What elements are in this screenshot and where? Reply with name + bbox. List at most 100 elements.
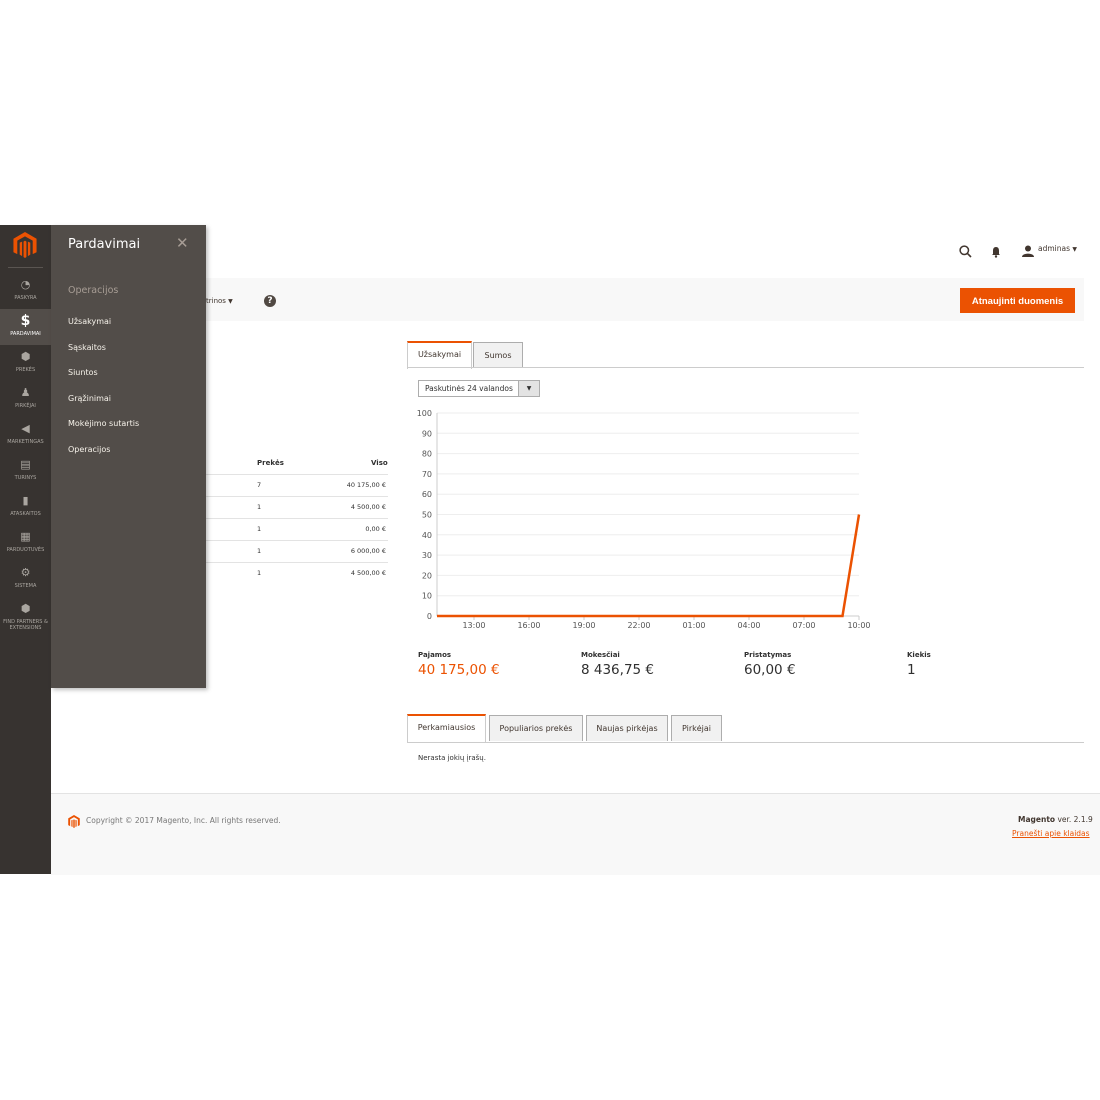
y-tick-label: 0 xyxy=(427,612,432,621)
submenu-link[interactable]: Operacijos xyxy=(68,445,110,454)
footer xyxy=(51,793,1100,875)
help-icon[interactable]: ? xyxy=(264,295,276,307)
tab-bestsellers[interactable]: Perkamiausios xyxy=(407,714,486,742)
y-tick-label: 90 xyxy=(422,429,432,438)
col-header-total: Viso xyxy=(371,459,388,467)
x-tick-label: 01:00 xyxy=(682,621,705,630)
y-tick-label: 20 xyxy=(422,571,432,580)
nav-item-6[interactable]: ▤ TURINYS xyxy=(0,453,51,489)
tab-most-viewed[interactable]: Populiarios prekės xyxy=(489,715,583,741)
store-scope-label: trinos xyxy=(206,297,226,305)
tab-new-customers[interactable]: Naujas pirkėjas xyxy=(586,715,668,741)
nav-item-label: TURINYS xyxy=(14,475,37,481)
y-tick-label: 50 xyxy=(422,511,432,520)
submenu-link[interactable]: Sąskaitos xyxy=(68,343,106,352)
nav-item-5[interactable]: ◀ MARKETINGAS xyxy=(0,417,51,453)
version-text: Magento ver. 2.1.9 xyxy=(1018,815,1093,824)
nav-item-label: PREKĖS xyxy=(15,367,36,373)
y-tick-label: 70 xyxy=(422,470,432,479)
bell-icon[interactable] xyxy=(991,243,1001,262)
y-tick-label: 60 xyxy=(422,490,432,499)
cell-total: 40 175,00 € xyxy=(346,481,386,489)
magento-logo-icon xyxy=(68,813,80,832)
nav-item-2[interactable]: $ PARDAVIMAI xyxy=(0,309,51,345)
refresh-statistics-button[interactable]: Atnaujinti duomenis xyxy=(960,288,1075,313)
nav-item-label: SISTEMA xyxy=(14,583,37,589)
report-bug-link[interactable]: Pranešti apie klaidas xyxy=(1012,829,1090,838)
user-menu[interactable]: adminas ▼ xyxy=(1038,244,1077,253)
tab-orders[interactable]: Užsakymai xyxy=(407,341,472,369)
total-label: Pajamos xyxy=(418,651,452,659)
cell-total: 4 500,00 € xyxy=(350,503,386,511)
cell-items: 1 xyxy=(257,525,262,533)
submenu-link[interactable]: Mokėjimo sutartis xyxy=(68,419,139,428)
total-value: 60,00 € xyxy=(744,662,796,678)
nav-item-label: PIRKĖJAI xyxy=(15,403,36,409)
admin-frame: adminas ▼ trinos ▼ ? Atnaujinti duomenis… xyxy=(0,225,1100,875)
search-icon[interactable] xyxy=(959,243,972,262)
total-value: 40 175,00 € xyxy=(418,662,500,678)
table-row[interactable]: 1 0,00 € xyxy=(206,518,388,540)
cell-items: 1 xyxy=(257,503,262,511)
x-tick-label: 07:00 xyxy=(792,621,815,630)
store-scope-switcher[interactable]: trinos ▼ xyxy=(206,297,233,305)
nav-item-4[interactable]: ♟ PIRKĖJAI xyxy=(0,381,51,417)
table-row[interactable]: 7 40 175,00 € xyxy=(206,474,388,496)
total-label: Pristatymas xyxy=(744,651,792,659)
nav-item-label: MARKETINGAS xyxy=(7,439,44,445)
nav-item-label: ATASKAITOS xyxy=(10,511,41,517)
bar-chart-icon: ▮ xyxy=(22,494,29,507)
user-icon[interactable] xyxy=(1022,242,1034,261)
tab-amounts[interactable]: Sumos xyxy=(473,342,523,368)
gear-icon: ⚙ xyxy=(20,566,31,579)
total-label: Mokesčiai xyxy=(581,651,620,659)
submenu-section-title: Operacijos xyxy=(68,285,119,296)
nav-item-8[interactable]: ▦ PARDUOTUVĖS xyxy=(0,525,51,561)
chevron-down-icon: ▼ xyxy=(1072,246,1078,253)
submenu-link[interactable]: Grąžinimai xyxy=(68,394,111,403)
chevron-down-icon: ▼ xyxy=(228,298,233,305)
total-value: 8 436,75 € xyxy=(581,662,654,678)
main-navigation: ◔ PASKYRA $ PARDAVIMAI ⬢ PREKĖS ♟ PIRKĖJAI ◀ MARK… xyxy=(0,225,51,874)
version-number: ver. 2.1.9 xyxy=(1055,815,1093,824)
nav-item-label: PARDAVIMAI xyxy=(10,331,41,337)
nav-item-1[interactable]: ◔ PASKYRA xyxy=(0,273,51,309)
sales-submenu: Pardavimai ✕ Operacijos Užsakymai Sąskait… xyxy=(51,225,206,688)
period-select[interactable]: Paskutinės 24 valandos ▼ xyxy=(418,380,540,397)
nav-item-3[interactable]: ⬢ PREKĖS xyxy=(0,345,51,381)
magento-logo-icon[interactable] xyxy=(13,232,37,258)
x-tick-label: 10:00 xyxy=(847,621,870,630)
nav-item-9[interactable]: ⚙ SISTEMA xyxy=(0,561,51,597)
y-tick-label: 30 xyxy=(422,551,432,560)
page-actions-bar xyxy=(206,278,1084,321)
series-line xyxy=(437,514,861,618)
x-tick-label: 22:00 xyxy=(627,621,650,630)
user-name: adminas xyxy=(1038,244,1071,253)
submenu-link[interactable]: Siuntos xyxy=(68,368,98,377)
nav-item-10[interactable]: ⬢ FIND PARTNERS & EXTENSIONS xyxy=(0,597,51,633)
nav-item-7[interactable]: ▮ ATASKAITOS xyxy=(0,489,51,525)
col-header-items: Prekės xyxy=(257,459,284,467)
submenu-link[interactable]: Užsakymai xyxy=(68,317,111,326)
period-select-value: Paskutinės 24 valandos xyxy=(425,384,513,393)
box-icon: ⬢ xyxy=(20,602,31,615)
cell-items: 7 xyxy=(257,481,262,489)
table-row[interactable]: 1 6 000,00 € xyxy=(206,540,388,562)
nav-item-label: FIND PARTNERS & EXTENSIONS xyxy=(3,619,48,631)
cell-items: 1 xyxy=(257,547,262,555)
table-row[interactable]: 1 4 500,00 € xyxy=(206,496,388,518)
person-icon: ♟ xyxy=(20,386,31,399)
orders-chart: 0 10 20 30 40 50 60 70 80 90 100 13:00 16:00 19:00 22:… xyxy=(417,409,871,630)
tab-customers[interactable]: Pirkėjai xyxy=(671,715,722,741)
layout-icon: ▤ xyxy=(20,458,31,471)
total-label: Kiekis xyxy=(907,651,931,659)
speedometer-icon: ◔ xyxy=(20,278,31,291)
table-row[interactable]: 1 4 500,00 € xyxy=(206,562,388,584)
nav-item-label: PARDUOTUVĖS xyxy=(6,547,45,553)
copyright-text: Copyright © 2017 Magento, Inc. All right… xyxy=(86,816,281,825)
chevron-down-icon: ▼ xyxy=(518,381,539,396)
cube-icon: ⬢ xyxy=(20,350,31,363)
store-icon: ▦ xyxy=(20,530,31,543)
brand-name: Magento xyxy=(1018,815,1056,824)
close-icon[interactable]: ✕ xyxy=(176,234,189,252)
